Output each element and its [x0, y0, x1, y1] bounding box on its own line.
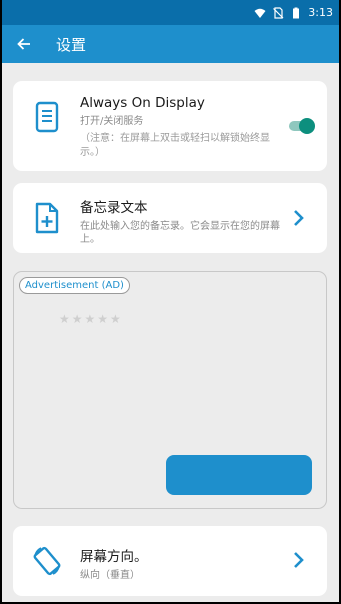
chevron-right-icon — [294, 552, 304, 568]
arrow-left-icon — [17, 38, 30, 50]
screen-rotation-icon — [33, 546, 61, 576]
ad-badge: Advertisement (AD) — [19, 277, 130, 294]
memo-text: 备忘录文本 在此处输入您的备忘录。它会显示在您的屏幕上。 — [80, 196, 287, 246]
orientation-subtitle: 纵向（垂直） — [80, 570, 140, 581]
ad-container: Advertisement (AD) ★★★★★ — [13, 271, 327, 509]
battery-icon — [293, 7, 300, 18]
status-bar: 3:13 — [2, 0, 339, 25]
add-document-icon — [35, 202, 59, 234]
page-title: 设置 — [56, 35, 87, 54]
clock: 3:13 — [308, 6, 333, 19]
memo-subtitle: 在此处输入您的备忘录。它会显示在您的屏幕上。 — [80, 221, 280, 245]
orientation-card[interactable]: 屏幕方向。 纵向（垂直） — [13, 526, 327, 596]
phone-document-icon — [35, 101, 59, 133]
settings-screen: 3:13 设置 Always On Display 打开/关闭服务 （注意：在屏… — [2, 0, 339, 602]
no-sim-icon — [273, 6, 284, 19]
aod-title: Always On Display — [80, 95, 205, 111]
orientation-title: 屏幕方向。 — [80, 549, 148, 565]
app-bar: 设置 — [2, 25, 339, 63]
aod-toggle[interactable] — [289, 118, 315, 134]
toggle-knob — [299, 118, 315, 134]
aod-note: （注意：在屏幕上双击或轻扫以解锁始终显示。） — [80, 133, 270, 158]
aod-text: Always On Display 打开/关闭服务 （注意：在屏幕上双击或轻扫以… — [80, 95, 287, 160]
chevron-right-icon — [294, 210, 304, 226]
memo-card[interactable]: 备忘录文本 在此处输入您的备忘录。它会显示在您的屏幕上。 — [13, 183, 327, 253]
ad-cta-button[interactable] — [166, 455, 312, 495]
aod-subtitle: 打开/关闭服务 — [80, 116, 144, 127]
aod-card[interactable]: Always On Display 打开/关闭服务 （注意：在屏幕上双击或轻扫以… — [13, 81, 327, 171]
orientation-text: 屏幕方向。 纵向（垂直） — [80, 545, 287, 582]
ad-rating-stars: ★★★★★ — [59, 312, 123, 326]
wifi-icon — [254, 8, 266, 18]
back-button[interactable] — [2, 25, 46, 63]
memo-title: 备忘录文本 — [80, 200, 148, 216]
